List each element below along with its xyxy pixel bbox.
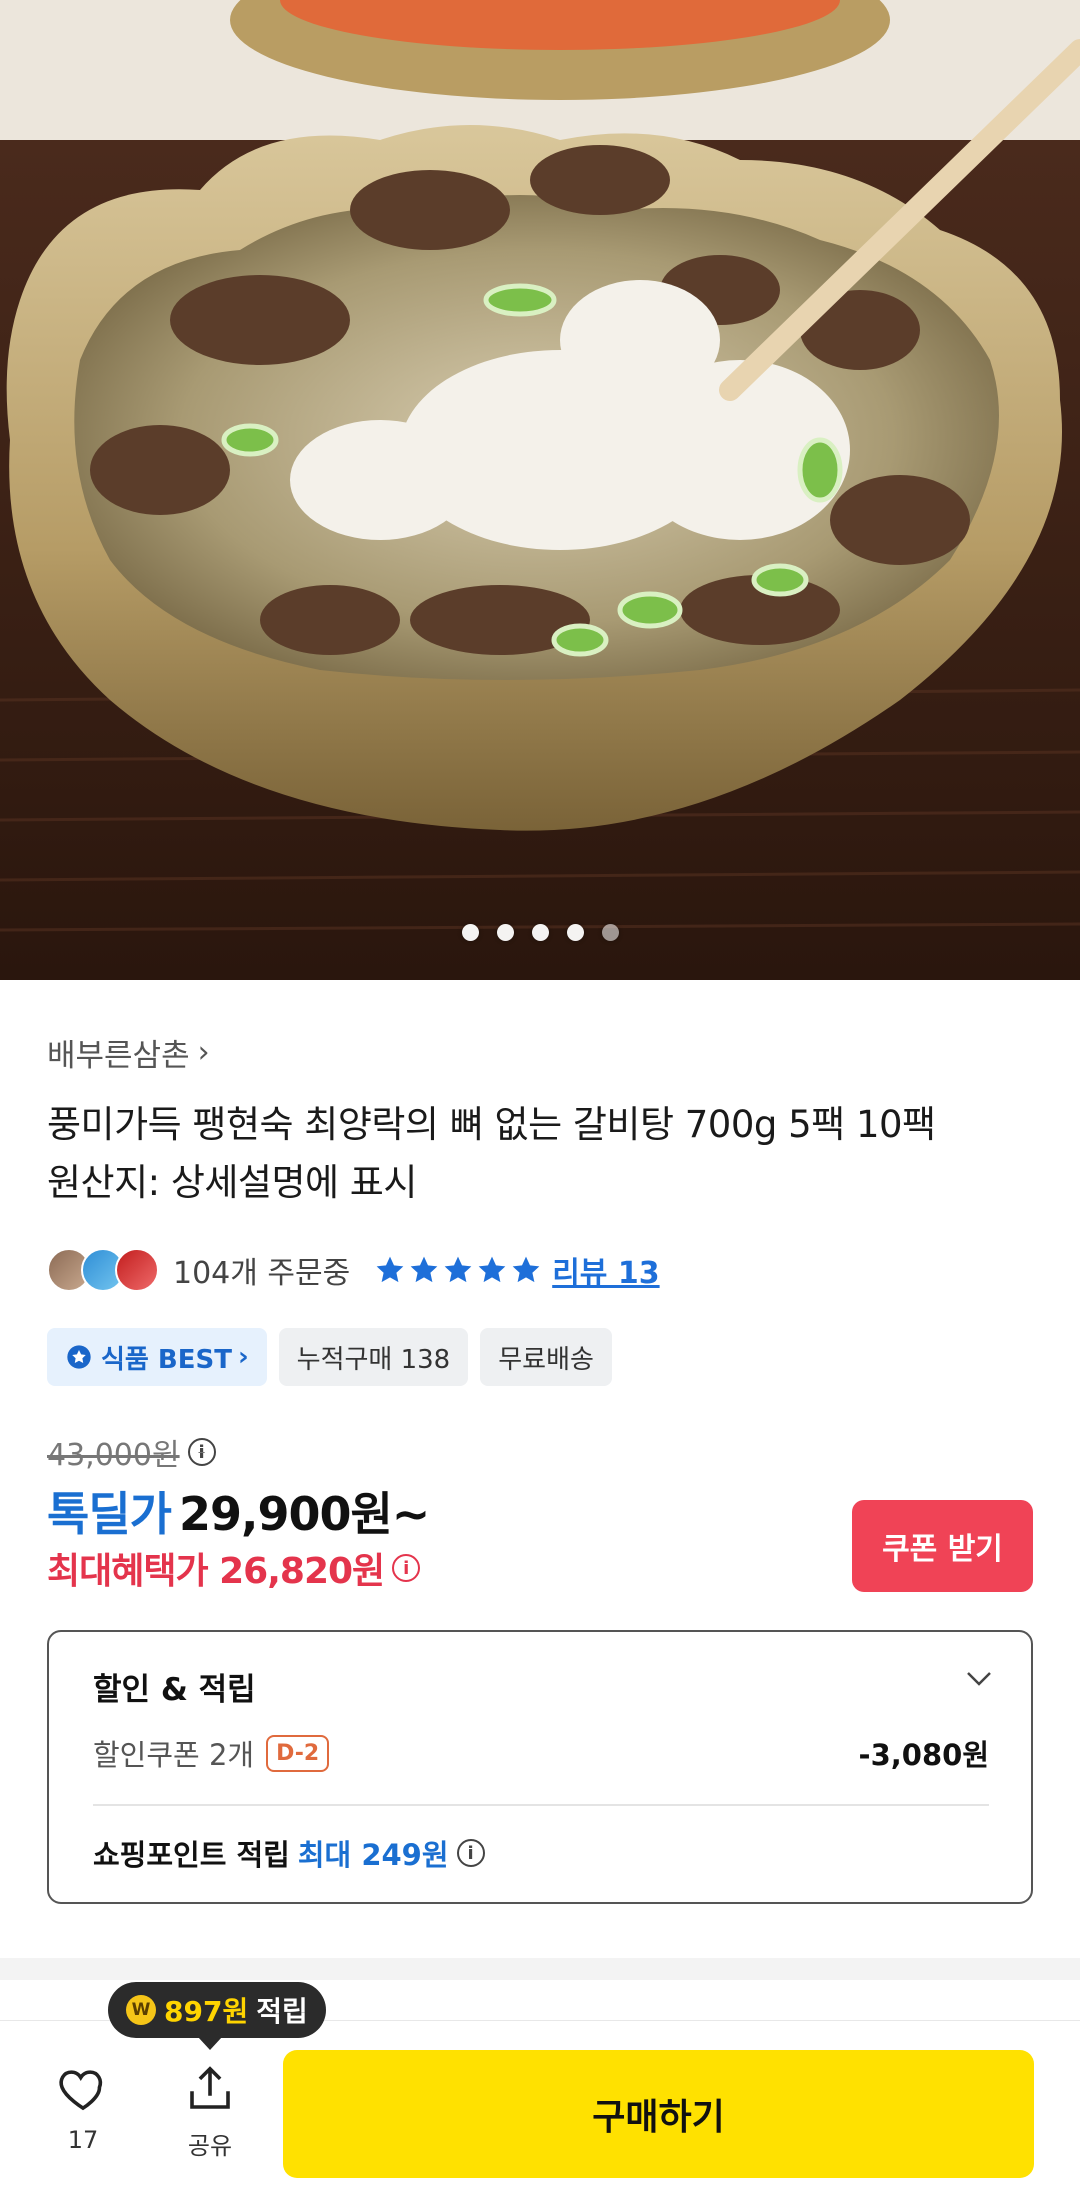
star-icon — [376, 1256, 404, 1283]
get-coupon-button[interactable]: 쿠폰 받기 — [852, 1500, 1033, 1592]
seller-link[interactable]: 배부른삼촌 › — [47, 1030, 210, 1075]
cumulative-purchase-tag: 누적구매 138 — [278, 1328, 469, 1386]
original-price: 43,000원 i — [47, 1430, 216, 1474]
share-button[interactable]: 공유 — [178, 2062, 242, 2161]
carousel-dot[interactable] — [496, 924, 514, 941]
point-row: 쇼핑포인트 적립 최대 249원 i — [93, 1832, 485, 1874]
star-icon — [410, 1256, 438, 1283]
coupon-row: 할인쿠폰 2개 D-2 -3,080원 — [93, 1732, 989, 1774]
deal-price-row: 톡딜가 29,900원~ — [47, 1478, 430, 1544]
buyer-avatars — [47, 1248, 159, 1292]
badge-icon — [67, 1345, 91, 1369]
chevron-right-icon: › — [237, 1342, 249, 1372]
divider — [93, 1804, 989, 1806]
product-image-carousel[interactable] — [0, 0, 1080, 980]
share-label: 공유 — [187, 2132, 233, 2160]
carousel-indicator — [0, 924, 1080, 941]
section-divider — [0, 1958, 1080, 1980]
best-badge[interactable]: 식품 BEST › — [47, 1328, 267, 1386]
star-icon — [444, 1256, 472, 1283]
product-stats: 104개 주문중 리뷰 13 — [47, 1245, 660, 1295]
info-icon[interactable]: i — [456, 1839, 485, 1867]
like-button[interactable]: 17 — [52, 2062, 114, 2154]
point-label: 쇼핑포인트 적립 — [93, 1838, 290, 1872]
product-photo — [0, 0, 1080, 980]
info-icon[interactable]: i — [392, 1554, 421, 1582]
carousel-dot-active[interactable] — [601, 924, 619, 941]
free-shipping-tag: 무료배송 — [480, 1328, 612, 1386]
review-link[interactable]: 리뷰 13 — [552, 1248, 659, 1292]
rating-stars — [374, 1254, 542, 1286]
carousel-dot[interactable] — [531, 924, 549, 941]
coin-icon: W — [126, 1995, 156, 2025]
dday-badge: D-2 — [266, 1734, 330, 1772]
coupon-label: 할인쿠폰 2개 — [93, 1738, 255, 1772]
max-benefit-row: 최대혜택가 26,820원 i — [47, 1542, 421, 1594]
point-value: 최대 249원 — [297, 1838, 449, 1872]
product-tags: 식품 BEST › 누적구매 138 무료배송 — [47, 1328, 612, 1386]
heart-icon — [59, 2070, 103, 2111]
reward-tooltip: W 897원 적립 — [108, 1982, 326, 2050]
product-title-line2: 원산지: 상세설명에 표시 — [47, 1161, 417, 1204]
deal-label: 톡딜가 — [47, 1487, 172, 1541]
product-title-line1: 풍미가득 팽현숙 최양락의 뼈 없는 갈비탕 700g 5팩 10팩 — [47, 1103, 936, 1146]
best-badge-label: 식품 BEST — [101, 1344, 232, 1375]
chevron-right-icon: › — [197, 1035, 210, 1070]
product-title: 풍미가득 팽현숙 최양락의 뼈 없는 갈비탕 700g 5팩 10팩 원산지: … — [47, 1096, 1037, 1212]
carousel-dot[interactable] — [461, 924, 479, 941]
seller-name: 배부른삼촌 — [47, 1038, 190, 1074]
max-benefit-price: 최대혜택가 26,820원 — [47, 1551, 385, 1592]
info-icon[interactable]: i — [187, 1438, 216, 1466]
original-price-value: 43,000원 — [47, 1438, 180, 1473]
deal-price: 29,900원~ — [178, 1487, 430, 1541]
star-icon — [478, 1256, 506, 1283]
discount-panel[interactable]: 할인 & 적립 할인쿠폰 2개 D-2 -3,080원 쇼핑포인트 적립 최대 … — [47, 1630, 1033, 1904]
share-icon — [190, 2066, 230, 2109]
avatar — [115, 1248, 159, 1292]
discount-title: 할인 & 적립 — [93, 1672, 256, 1708]
reward-amount: 897원 — [164, 1995, 249, 2028]
star-icon — [512, 1256, 540, 1283]
carousel-dot[interactable] — [566, 924, 584, 941]
reward-suffix: 적립 — [256, 1995, 308, 2028]
order-count: 104개 주문중 — [173, 1256, 351, 1291]
chevron-down-icon[interactable] — [965, 1670, 993, 1688]
buy-button[interactable]: 구매하기 — [283, 2050, 1034, 2178]
like-count: 17 — [67, 2126, 99, 2154]
coupon-amount: -3,080원 — [858, 1738, 989, 1772]
